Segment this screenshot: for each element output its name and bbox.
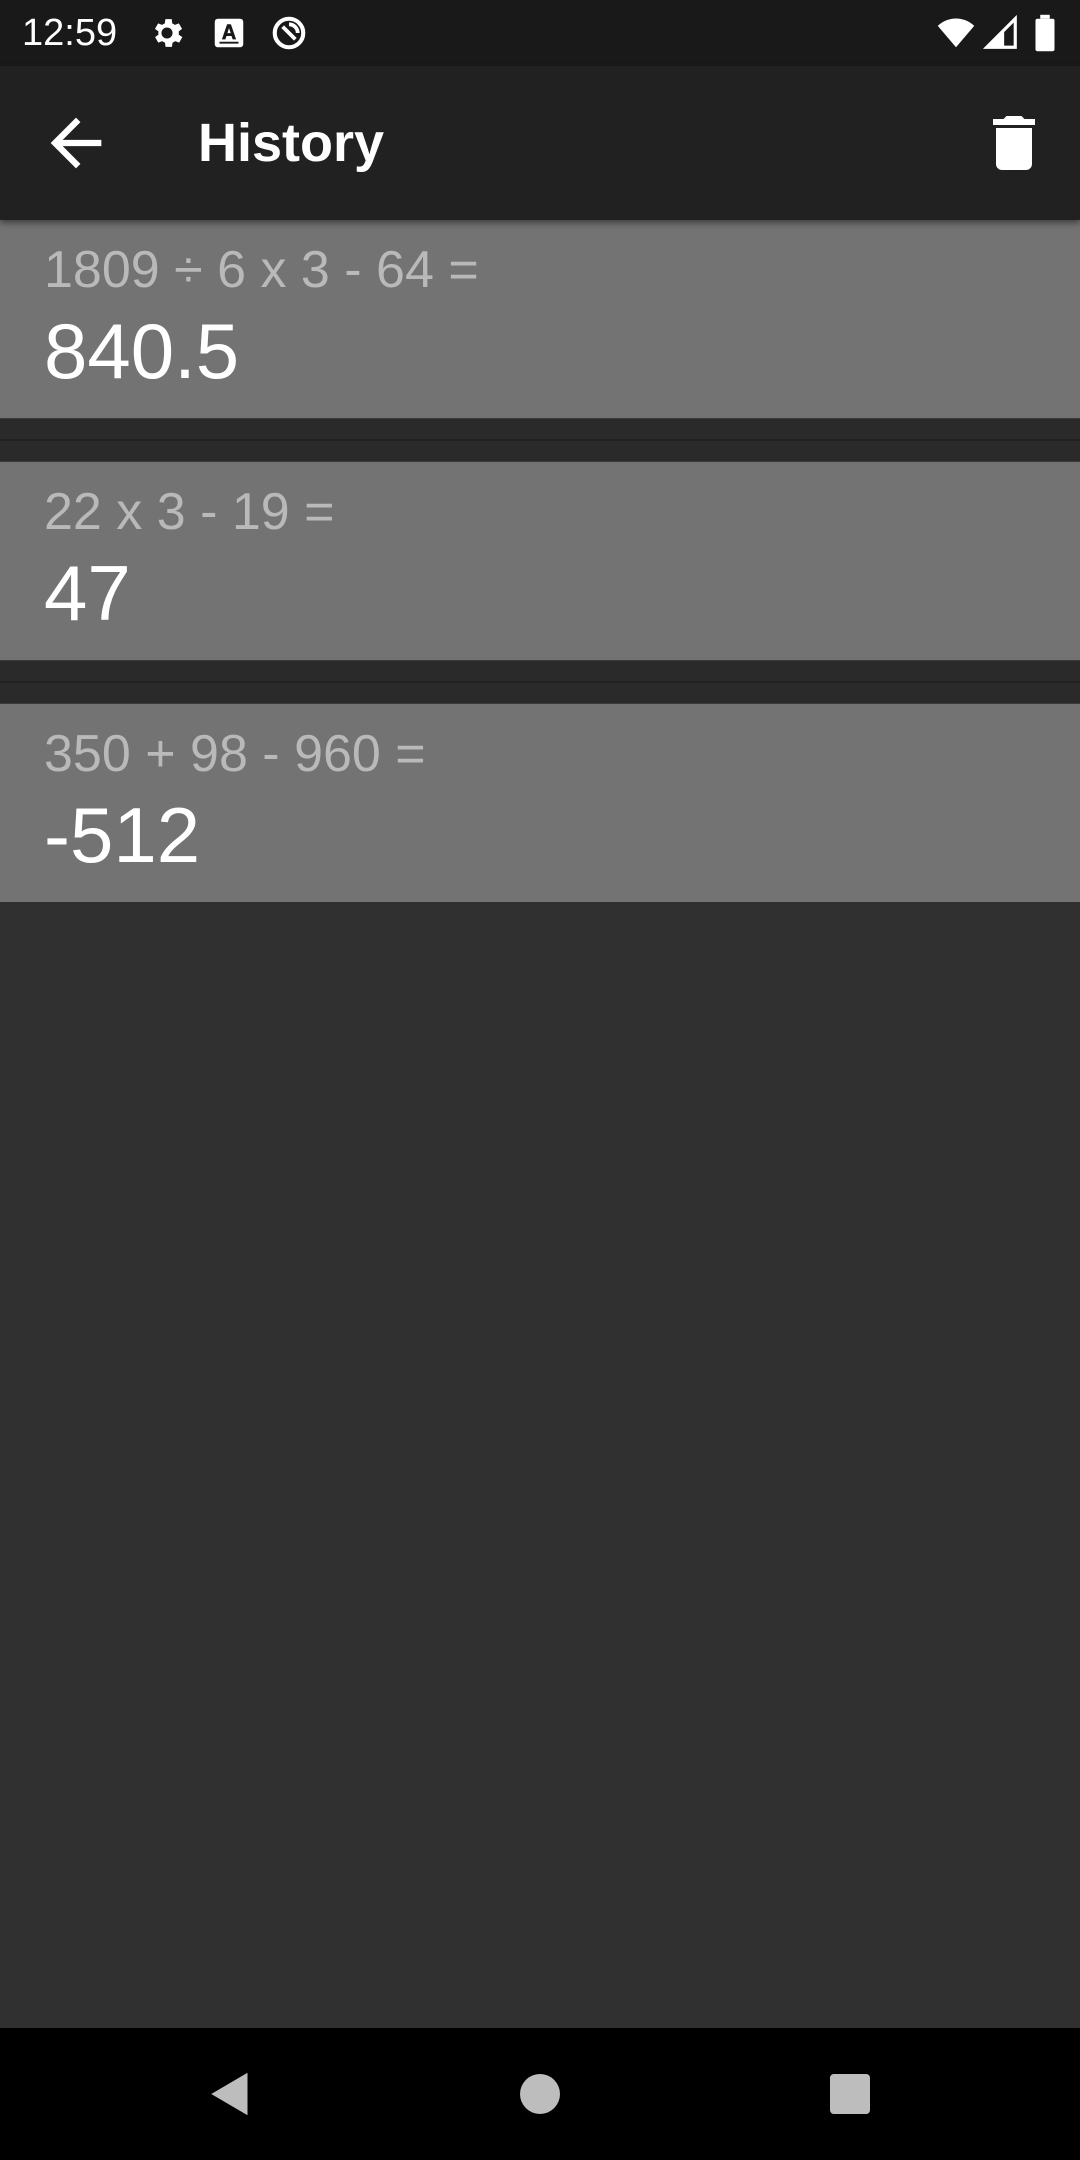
history-result: -512: [44, 791, 201, 879]
history-screen: 12:59 History 1809 ÷ 6 x 3 - 64 = 840.5 …: [0, 0, 1080, 2160]
nav-home-button[interactable]: [510, 2064, 570, 2124]
history-result: 47: [44, 549, 131, 637]
history-item[interactable]: 350 + 98 - 960 = -512: [0, 704, 1080, 902]
keyboard-a-icon: [210, 14, 248, 52]
history-list: 1809 ÷ 6 x 3 - 64 = 840.5 22 x 3 - 19 = …: [0, 220, 1080, 902]
status-bar: 12:59: [0, 0, 1080, 66]
navigation-bar: [0, 2028, 1080, 2160]
page-title: History: [198, 113, 385, 173]
history-expression: 1809 ÷ 6 x 3 - 64 =: [44, 241, 479, 299]
battery-icon: [1032, 14, 1058, 52]
history-separator: [0, 660, 1080, 704]
app-bar: History: [0, 66, 1080, 220]
history-item[interactable]: 1809 ÷ 6 x 3 - 64 = 840.5: [0, 220, 1080, 418]
home-circle-icon: [520, 2074, 560, 2114]
wifi-icon: [934, 14, 978, 52]
history-expression: 350 + 98 - 960 =: [44, 725, 426, 783]
history-item[interactable]: 22 x 3 - 19 = 47: [0, 462, 1080, 660]
nav-recents-button[interactable]: [820, 2064, 880, 2124]
back-triangle-icon: [211, 2072, 248, 2116]
signal-icon: [982, 14, 1020, 52]
sync-badge-icon: [270, 14, 308, 52]
divider: [0, 681, 1080, 683]
history-separator: [0, 418, 1080, 462]
clear-history-button[interactable]: [978, 107, 1050, 179]
arrow-back-icon: [50, 117, 102, 169]
settings-icon: [148, 14, 186, 52]
back-button[interactable]: [38, 105, 114, 181]
status-time: 12:59: [22, 12, 118, 54]
trash-icon: [993, 116, 1035, 170]
recents-square-icon: [830, 2074, 870, 2114]
history-expression: 22 x 3 - 19 =: [44, 483, 335, 541]
divider: [0, 439, 1080, 441]
history-result: 840.5: [44, 307, 240, 395]
nav-back-button[interactable]: [200, 2064, 260, 2124]
